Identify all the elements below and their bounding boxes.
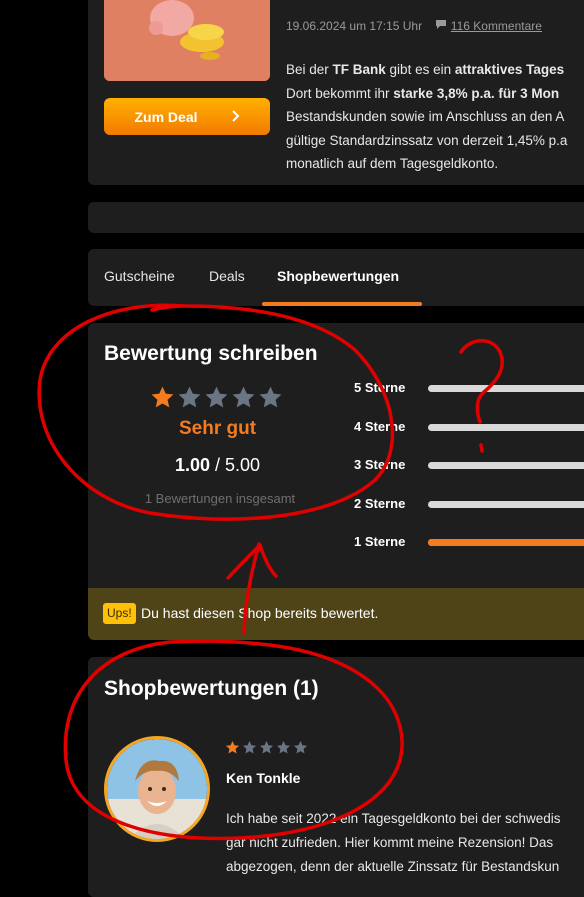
rating-count: 1 Bewertungen insgesamt — [144, 491, 296, 506]
bar-track — [428, 500, 584, 508]
empty-bar — [88, 202, 584, 233]
article-date: 19.06.2024 um 17:15 Uhr — [286, 19, 423, 33]
bar-label: 3 Sterne — [354, 457, 406, 472]
star-empty-icon — [242, 740, 257, 760]
comment-icon — [435, 19, 450, 33]
article-text-segment: monatlich auf dem Tagesgeldkonto. — [286, 156, 499, 171]
bar-label: 5 Sterne — [354, 380, 406, 395]
article-line: monatlich auf dem Tagesgeldkonto. — [286, 152, 584, 176]
article-text-segment: Bestandskunden sowie im Anschluss an den… — [286, 109, 565, 124]
article-line: Dort bekommt ihr starke 3,8% p.a. für 3 … — [286, 82, 584, 106]
star-filled-icon[interactable] — [150, 385, 175, 415]
star-empty-icon[interactable] — [204, 385, 229, 415]
tab-deals[interactable]: Deals — [209, 268, 245, 284]
zum-deal-label: Zum Deal — [134, 108, 198, 125]
comments-link[interactable]: 116 Kommentare — [451, 19, 542, 33]
star-empty-icon[interactable] — [177, 385, 202, 415]
review-stars — [225, 740, 308, 760]
avatar — [104, 736, 210, 842]
article-text-segment: starke 3,8% p.a. für 3 Mon — [393, 85, 560, 101]
article-line: gültige Standardzinssatz von derzeit 1,4… — [286, 129, 584, 153]
tab-gutscheine[interactable]: Gutscheine — [104, 268, 175, 284]
article-text-segment: Dort bekommt ihr — [286, 85, 394, 101]
star-empty-icon[interactable] — [258, 385, 283, 415]
active-tab-indicator — [262, 302, 422, 306]
review-text-line: gar nicht zufrieden. Hier kommt meine Re… — [226, 835, 554, 850]
bar-track — [428, 462, 584, 469]
star-empty-icon — [293, 740, 308, 760]
rating-stars[interactable] — [150, 385, 283, 415]
star-empty-icon[interactable] — [231, 385, 256, 415]
bar-label: 4 Sterne — [354, 418, 406, 434]
article-text-segment: TF Bank — [332, 62, 386, 77]
star-filled-icon — [225, 740, 240, 760]
article-body: Bei der TF Bank gibt es ein attraktives … — [286, 58, 584, 176]
score-max: / 5.00 — [215, 455, 261, 475]
article-text-segment: gibt es ein — [385, 62, 455, 77]
zum-deal-button[interactable]: Zum Deal — [104, 98, 270, 135]
article-line: Bestandskunden sowie im Anschluss an den… — [286, 105, 584, 129]
bar-fill — [428, 539, 584, 546]
article-text-segment: attraktives Tages — [454, 62, 565, 77]
bar-track — [428, 385, 584, 392]
article-line: Bei der TF Bank gibt es ein attraktives … — [286, 58, 584, 82]
review-text: Ich habe seit 2022 ein Tagesgeldkonto be… — [226, 807, 584, 879]
review-text-line: abgezogen, denn der aktuelle Zinssatz fü… — [226, 859, 560, 874]
tab-shopbewertungen[interactable]: Shopbewertungen — [277, 268, 399, 284]
notice-badge: Ups! — [103, 603, 136, 624]
article-text-segment: Bei der — [286, 62, 333, 77]
rating-title: Bewertung schreiben — [104, 342, 318, 365]
article-text-segment: gültige Standardzinssatz von derzeit 1,4… — [286, 132, 568, 148]
bar-label: 1 Sterne — [354, 534, 406, 549]
star-empty-icon — [276, 740, 291, 760]
review-text-line: Ich habe seit 2022 ein Tagesgeldkonto be… — [226, 811, 561, 826]
notice-text: Du hast diesen Shop bereits bewertet. — [141, 605, 379, 621]
bar-track — [428, 539, 584, 546]
reviewer-name: Ken Tonkle — [226, 770, 301, 786]
score-value: 1.00 — [174, 455, 210, 475]
bar-track — [428, 423, 584, 431]
reviews-title: Shopbewertungen (1) — [104, 677, 319, 700]
rating-score: 1.00 / 5.00 — [160, 455, 275, 476]
star-empty-icon — [259, 740, 274, 760]
bar-label: 2 Sterne — [354, 495, 406, 511]
piggy-bank-image[interactable] — [104, 0, 270, 81]
article-meta: 19.06.2024 um 17:15 Uhr 116 Kommentare — [286, 19, 542, 33]
chevron-right-icon — [231, 109, 240, 125]
rating-label: Sehr gut — [178, 418, 257, 439]
